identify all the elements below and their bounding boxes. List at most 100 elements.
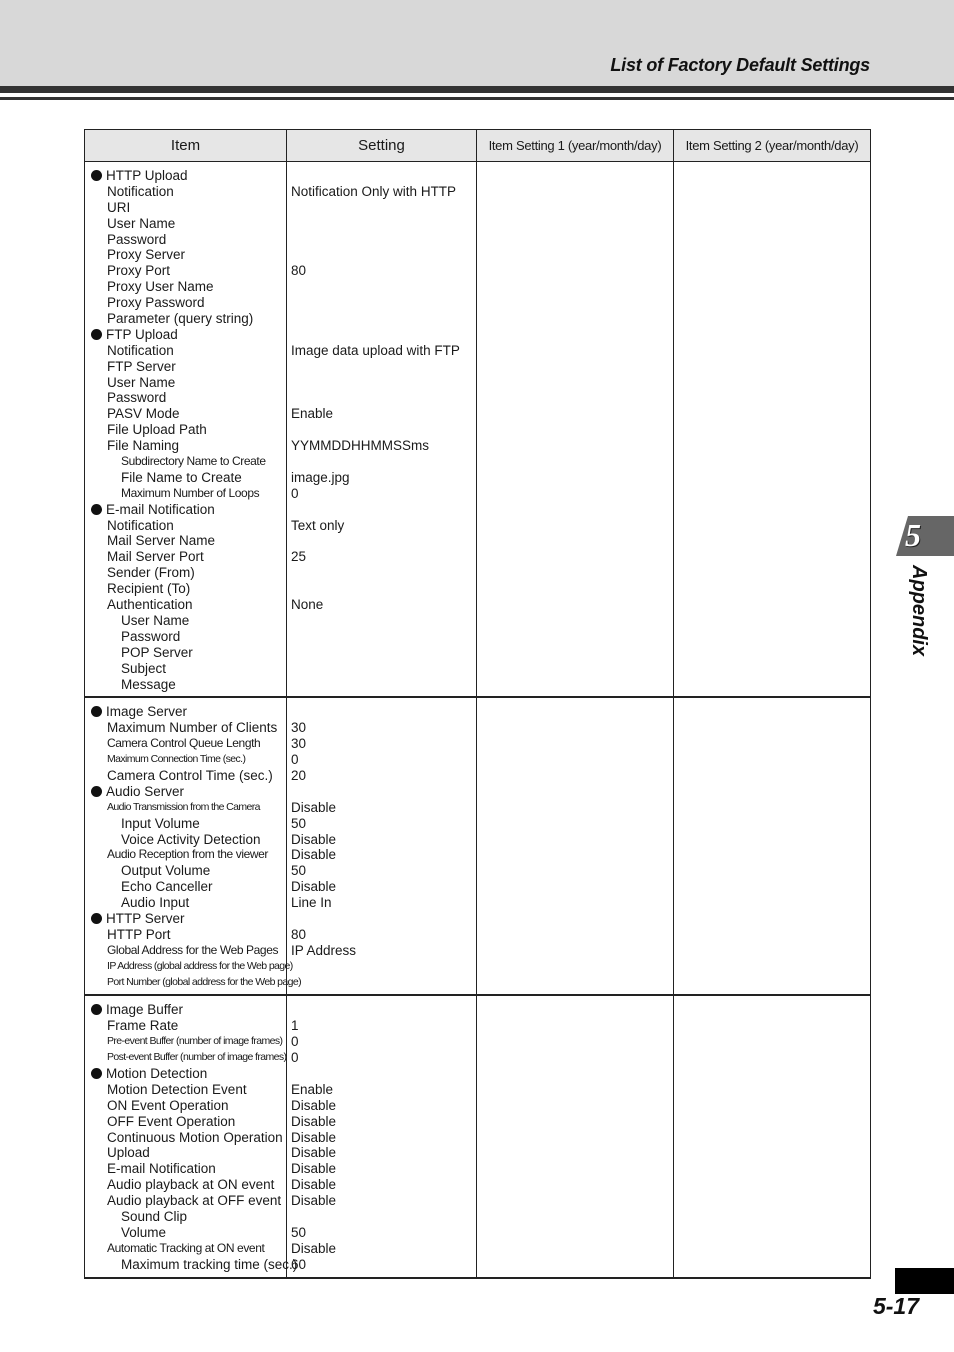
setting-value bbox=[287, 375, 476, 391]
item-label: Port Number (global address for the Web … bbox=[85, 975, 302, 991]
item-label: Motion Detection Event bbox=[85, 1082, 286, 1098]
item-label: Global Address for the Web Pages bbox=[85, 943, 286, 959]
item-text: Sound Clip bbox=[121, 1209, 188, 1224]
setting-value: Disable bbox=[291, 1145, 337, 1161]
setting-value: Text only bbox=[291, 517, 345, 533]
item-section-heading: Motion Detection bbox=[85, 1066, 286, 1082]
setting-value: 80 bbox=[291, 263, 307, 279]
column-header-item: Item bbox=[83, 129, 288, 162]
setting-value bbox=[287, 629, 476, 645]
setting-value: 50 bbox=[291, 1224, 307, 1240]
column-header-item-setting-2: Item Setting 2 (year/month/day) bbox=[672, 129, 872, 162]
table-header-row: Item Setting Item Setting 1 (year/month/… bbox=[83, 129, 872, 162]
item-text: Audio Server bbox=[106, 783, 185, 799]
setting-value bbox=[287, 502, 476, 518]
setting-value: 30 bbox=[291, 736, 307, 752]
setting-value bbox=[287, 959, 476, 975]
item-label: Sound Clip bbox=[85, 1209, 286, 1225]
item-label: PASV Mode bbox=[85, 406, 286, 422]
setting-value: 1 bbox=[291, 1018, 299, 1034]
item-label: FTP Server bbox=[85, 359, 286, 375]
setting-value bbox=[287, 565, 476, 581]
item-section-heading: HTTP Server bbox=[85, 911, 286, 927]
item-label: Echo Canceller bbox=[85, 879, 286, 895]
item-text: Notification bbox=[107, 183, 174, 199]
setting-value: image.jpg bbox=[291, 469, 350, 485]
item-label: Recipient (To) bbox=[85, 581, 286, 597]
item-setting-1-cell[interactable] bbox=[475, 994, 674, 1279]
item-text: Volume bbox=[121, 1224, 167, 1240]
setting-value: 80 bbox=[291, 926, 307, 942]
item-label: User Name bbox=[85, 613, 286, 629]
item-text: Output Volume bbox=[121, 863, 211, 879]
setting-value: Disable bbox=[291, 847, 337, 863]
setting-value bbox=[287, 1002, 476, 1018]
item-text: ON Event Operation bbox=[107, 1097, 229, 1113]
page-number: 5-17 bbox=[872, 1293, 919, 1319]
item-label: Proxy User Name bbox=[85, 279, 286, 295]
item-text: File Naming bbox=[107, 438, 180, 454]
setting-value bbox=[287, 168, 476, 184]
setting-value bbox=[287, 216, 476, 232]
item-text: Audio playback at OFF event bbox=[107, 1193, 282, 1209]
item-text: HTTP Port bbox=[107, 926, 171, 942]
chapter-number: 5 bbox=[905, 517, 921, 553]
item-section-heading: Image Buffer bbox=[85, 1002, 286, 1018]
item-text: Port Number (global address for the Web … bbox=[107, 975, 302, 988]
setting-value: None bbox=[291, 597, 324, 613]
item-label: Maximum Number of Loops bbox=[85, 486, 286, 502]
item-section-heading: E-mail Notification bbox=[85, 502, 286, 518]
item-section-heading: Audio Server bbox=[85, 784, 286, 800]
setting-value: IP Address bbox=[291, 942, 357, 958]
setting-value: Disable bbox=[291, 831, 337, 847]
item-setting-1-cell[interactable] bbox=[475, 696, 674, 997]
item-label: Notification bbox=[85, 343, 286, 359]
setting-value bbox=[287, 975, 476, 991]
item-text: Mail Server Name bbox=[107, 533, 216, 549]
item-label: File Upload Path bbox=[85, 422, 286, 438]
chapter-label: Appendix bbox=[908, 565, 930, 657]
setting-value bbox=[287, 295, 476, 311]
setting-value: 50 bbox=[291, 815, 307, 831]
item-text: User Name bbox=[107, 215, 176, 231]
item-label: Subject bbox=[85, 661, 286, 677]
item-text: Mail Server Port bbox=[107, 549, 204, 565]
item-label: Proxy Port bbox=[85, 263, 286, 279]
item-label: File Naming bbox=[85, 438, 286, 454]
item-text: Maximum Number of Loops bbox=[121, 485, 260, 500]
item-setting-2-cell[interactable] bbox=[672, 994, 872, 1279]
item-section-heading: HTTP Upload bbox=[85, 168, 286, 184]
item-label: User Name bbox=[85, 375, 286, 391]
item-text: POP Server bbox=[121, 644, 193, 660]
item-label: Mail Server Port bbox=[85, 549, 286, 565]
item-label: Continuous Motion Operation bbox=[85, 1130, 286, 1146]
item-setting-2-cell[interactable] bbox=[672, 161, 872, 699]
item-text: Proxy Password bbox=[107, 295, 205, 311]
item-setting-2-cell[interactable] bbox=[672, 696, 872, 997]
item-text: FTP Upload bbox=[106, 326, 178, 342]
item-section-heading: Image Server bbox=[85, 704, 286, 720]
item-text: Image Buffer bbox=[106, 1002, 184, 1018]
column-header-setting: Setting bbox=[286, 129, 477, 162]
item-label: HTTP Port bbox=[85, 927, 286, 943]
setting-value: 20 bbox=[291, 767, 307, 783]
item-label: IP Address (global address for the Web p… bbox=[85, 959, 293, 975]
page-tab-marker bbox=[895, 1268, 954, 1294]
item-text: Post-event Buffer (number of image frame… bbox=[107, 1051, 287, 1064]
item-text: Motion Detection Event bbox=[107, 1081, 247, 1097]
item-text: Notification bbox=[107, 342, 174, 358]
item-text: E-mail Notification bbox=[106, 501, 215, 517]
item-text: Password bbox=[121, 628, 181, 644]
setting-value bbox=[287, 613, 476, 629]
setting-value: Disable bbox=[291, 879, 337, 895]
item-label: E-mail Notification bbox=[85, 1161, 286, 1177]
item-text: Message bbox=[121, 676, 176, 692]
item-label: Password bbox=[85, 232, 286, 248]
item-label: Parameter (query string) bbox=[85, 311, 286, 327]
item-setting-1-cell[interactable] bbox=[475, 161, 674, 699]
setting-value bbox=[287, 200, 476, 216]
item-label: Subdirectory Name to Create bbox=[85, 454, 286, 470]
table-row-group: HTTP Upload Notification URI User Name Passw… bbox=[83, 161, 872, 699]
item-text: E-mail Notification bbox=[107, 1161, 216, 1177]
item-text: Password bbox=[107, 390, 167, 406]
